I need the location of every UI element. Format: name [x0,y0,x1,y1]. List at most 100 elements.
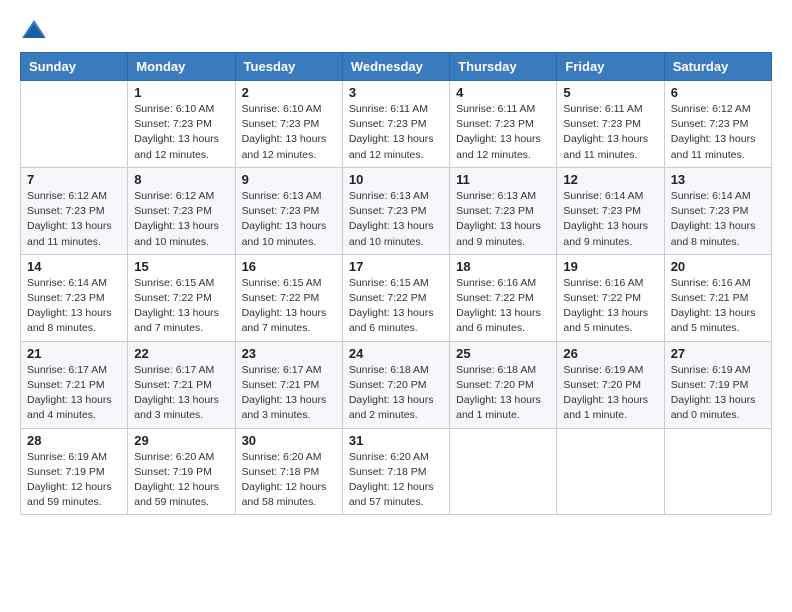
day-cell: 6 Sunrise: 6:12 AM Sunset: 7:23 PM Daylig… [664,81,771,168]
day-number: 29 [134,433,228,448]
day-cell: 20 Sunrise: 6:16 AM Sunset: 7:21 PM Dayli… [664,254,771,341]
day-cell: 18Sunrise: 6:16 AM Sunset: 7:22 PM Dayli… [450,254,557,341]
day-number: 2 [242,85,336,100]
day-info: Sunrise: 6:19 AM Sunset: 7:19 PM Dayligh… [671,363,765,424]
day-number: 30 [242,433,336,448]
day-cell: 17 Sunrise: 6:15 AM Sunset: 7:22 PM Dayli… [342,254,449,341]
day-number: 11 [456,172,550,187]
weekday-header-row: SundayMondayTuesdayWednesdayThursdayFrid… [21,53,772,81]
day-cell: 9Sunrise: 6:13 AM Sunset: 7:23 PM Daylig… [235,167,342,254]
day-info: Sunrise: 6:18 AM Sunset: 7:20 PM Dayligh… [456,363,550,424]
weekday-header-friday: Friday [557,53,664,81]
day-info: Sunrise: 6:19 AM Sunset: 7:19 PM Dayligh… [27,450,121,511]
weekday-header-thursday: Thursday [450,53,557,81]
day-cell: 26 Sunrise: 6:19 AM Sunset: 7:20 PM Dayli… [557,341,664,428]
day-info: Sunrise: 6:19 AM Sunset: 7:20 PM Dayligh… [563,363,657,424]
day-cell: 31 Sunrise: 6:20 AM Sunset: 7:18 PM Dayli… [342,428,449,515]
day-number: 12 [563,172,657,187]
day-cell: 10 Sunrise: 6:13 AM Sunset: 7:23 PM Dayli… [342,167,449,254]
day-cell: 29 Sunrise: 6:20 AM Sunset: 7:19 PM Dayli… [128,428,235,515]
week-row-5: 28 Sunrise: 6:19 AM Sunset: 7:19 PM Dayli… [21,428,772,515]
day-info: Sunrise: 6:15 AM Sunset: 7:22 PM Dayligh… [242,276,336,337]
day-info: Sunrise: 6:18 AM Sunset: 7:20 PM Dayligh… [349,363,443,424]
day-number: 4 [456,85,550,100]
day-number: 19 [563,259,657,274]
day-cell [21,81,128,168]
day-number: 5 [563,85,657,100]
day-cell: 1 Sunrise: 6:10 AM Sunset: 7:23 PM Daylig… [128,81,235,168]
day-cell: 4 Sunrise: 6:11 AM Sunset: 7:23 PM Daylig… [450,81,557,168]
calendar-table: SundayMondayTuesdayWednesdayThursdayFrid… [20,52,772,515]
day-cell: 21 Sunrise: 6:17 AM Sunset: 7:21 PM Dayli… [21,341,128,428]
weekday-header-sunday: Sunday [21,53,128,81]
day-number: 25 [456,346,550,361]
day-number: 21 [27,346,121,361]
day-info: Sunrise: 6:16 AM Sunset: 7:22 PM Dayligh… [563,276,657,337]
weekday-header-tuesday: Tuesday [235,53,342,81]
day-cell [450,428,557,515]
week-row-1: 1 Sunrise: 6:10 AM Sunset: 7:23 PM Daylig… [21,81,772,168]
day-info: Sunrise: 6:17 AM Sunset: 7:21 PM Dayligh… [242,363,336,424]
day-cell: 28 Sunrise: 6:19 AM Sunset: 7:19 PM Dayli… [21,428,128,515]
day-cell: 14 Sunrise: 6:14 AM Sunset: 7:23 PM Dayli… [21,254,128,341]
day-cell: 27 Sunrise: 6:19 AM Sunset: 7:19 PM Dayli… [664,341,771,428]
day-cell: 5 Sunrise: 6:11 AM Sunset: 7:23 PM Daylig… [557,81,664,168]
logo-icon [20,16,48,44]
day-info: Sunrise: 6:12 AM Sunset: 7:23 PM Dayligh… [134,189,228,250]
day-cell: 13 Sunrise: 6:14 AM Sunset: 7:23 PM Dayli… [664,167,771,254]
day-cell: 12Sunrise: 6:14 AM Sunset: 7:23 PM Dayli… [557,167,664,254]
day-info: Sunrise: 6:17 AM Sunset: 7:21 PM Dayligh… [134,363,228,424]
day-number: 13 [671,172,765,187]
week-row-2: 7 Sunrise: 6:12 AM Sunset: 7:23 PM Daylig… [21,167,772,254]
day-cell: 2 Sunrise: 6:10 AM Sunset: 7:23 PM Daylig… [235,81,342,168]
day-info: Sunrise: 6:13 AM Sunset: 7:23 PM Dayligh… [456,189,550,250]
day-info: Sunrise: 6:20 AM Sunset: 7:18 PM Dayligh… [242,450,336,511]
day-info: Sunrise: 6:12 AM Sunset: 7:23 PM Dayligh… [671,102,765,163]
day-info: Sunrise: 6:11 AM Sunset: 7:23 PM Dayligh… [349,102,443,163]
day-number: 6 [671,85,765,100]
day-number: 27 [671,346,765,361]
day-cell: 19 Sunrise: 6:16 AM Sunset: 7:22 PM Dayli… [557,254,664,341]
day-number: 20 [671,259,765,274]
day-info: Sunrise: 6:15 AM Sunset: 7:22 PM Dayligh… [349,276,443,337]
weekday-header-monday: Monday [128,53,235,81]
day-cell: 22 Sunrise: 6:17 AM Sunset: 7:21 PM Dayli… [128,341,235,428]
day-info: Sunrise: 6:10 AM Sunset: 7:23 PM Dayligh… [242,102,336,163]
day-cell [557,428,664,515]
weekday-header-saturday: Saturday [664,53,771,81]
day-info: Sunrise: 6:14 AM Sunset: 7:23 PM Dayligh… [671,189,765,250]
header [20,16,772,44]
day-info: Sunrise: 6:16 AM Sunset: 7:21 PM Dayligh… [671,276,765,337]
day-number: 3 [349,85,443,100]
day-info: Sunrise: 6:14 AM Sunset: 7:23 PM Dayligh… [27,276,121,337]
day-number: 22 [134,346,228,361]
day-number: 31 [349,433,443,448]
day-number: 24 [349,346,443,361]
day-number: 10 [349,172,443,187]
day-number: 23 [242,346,336,361]
day-number: 16 [242,259,336,274]
day-info: Sunrise: 6:17 AM Sunset: 7:21 PM Dayligh… [27,363,121,424]
day-info: Sunrise: 6:11 AM Sunset: 7:23 PM Dayligh… [563,102,657,163]
day-number: 7 [27,172,121,187]
logo [20,16,52,44]
day-info: Sunrise: 6:15 AM Sunset: 7:22 PM Dayligh… [134,276,228,337]
weekday-header-wednesday: Wednesday [342,53,449,81]
day-cell [664,428,771,515]
day-info: Sunrise: 6:11 AM Sunset: 7:23 PM Dayligh… [456,102,550,163]
day-info: Sunrise: 6:13 AM Sunset: 7:23 PM Dayligh… [242,189,336,250]
day-info: Sunrise: 6:10 AM Sunset: 7:23 PM Dayligh… [134,102,228,163]
day-number: 1 [134,85,228,100]
day-info: Sunrise: 6:20 AM Sunset: 7:19 PM Dayligh… [134,450,228,511]
day-info: Sunrise: 6:20 AM Sunset: 7:18 PM Dayligh… [349,450,443,511]
day-info: Sunrise: 6:16 AM Sunset: 7:22 PM Dayligh… [456,276,550,337]
day-cell: 30 Sunrise: 6:20 AM Sunset: 7:18 PM Dayli… [235,428,342,515]
day-number: 26 [563,346,657,361]
day-number: 15 [134,259,228,274]
day-number: 17 [349,259,443,274]
week-row-4: 21 Sunrise: 6:17 AM Sunset: 7:21 PM Dayli… [21,341,772,428]
day-cell: 15 Sunrise: 6:15 AM Sunset: 7:22 PM Dayli… [128,254,235,341]
day-info: Sunrise: 6:13 AM Sunset: 7:23 PM Dayligh… [349,189,443,250]
day-number: 28 [27,433,121,448]
day-number: 14 [27,259,121,274]
